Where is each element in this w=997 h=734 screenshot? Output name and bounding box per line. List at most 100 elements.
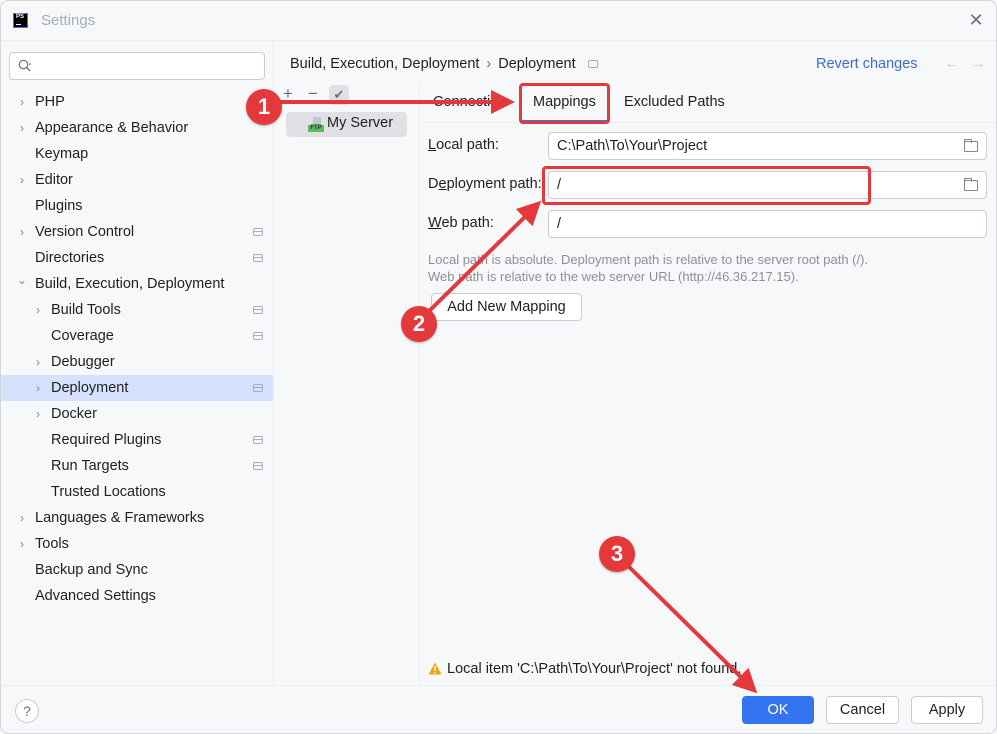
sidebar-item-label: Appearance & Behavior [35, 120, 189, 136]
sidebar-item-build-tools[interactable]: › Build Tools [1, 297, 273, 323]
sidebar-item-build-execution-deployment[interactable]: ⌄ Build, Execution, Deployment [1, 271, 273, 297]
sidebar-item-version-control[interactable]: › Version Control [1, 219, 273, 245]
chevron-right-icon[interactable]: › [16, 531, 28, 557]
warning-text: Local item 'C:\Path\To\Your\Project' not… [447, 661, 742, 677]
forward-arrow-icon[interactable]: → [970, 55, 986, 73]
tab-excluded-paths[interactable]: Excluded Paths [612, 85, 737, 122]
sidebar-item-trusted-locations[interactable]: Trusted Locations [1, 479, 273, 505]
project-scope-icon [253, 384, 263, 392]
help-icon[interactable]: ? [15, 699, 39, 723]
sidebar-item-docker[interactable]: › Docker [1, 401, 273, 427]
server-list-divider [419, 85, 420, 685]
project-scope-icon [253, 228, 263, 236]
mapping-hint: Local path is absolute. Deployment path … [428, 251, 868, 285]
sidebar-item-label: Build Tools [51, 302, 121, 318]
project-scope-icon [253, 436, 263, 444]
revert-changes-link[interactable]: Revert changes [816, 56, 918, 72]
sidebar-item-appearance-behavior[interactable]: › Appearance & Behavior [1, 115, 273, 141]
sidebar-item-languages-frameworks[interactable]: › Languages & Frameworks [1, 505, 273, 531]
deployment-path-label: Deployment path: [428, 176, 542, 192]
chevron-right-icon[interactable]: › [32, 297, 44, 323]
server-name: My Server [327, 115, 394, 131]
footer-divider [1, 685, 996, 686]
sidebar-item-keymap[interactable]: Keymap [1, 141, 273, 167]
phpstorm-app-icon: PS [13, 13, 28, 28]
sidebar-item-coverage[interactable]: Coverage [1, 323, 273, 349]
web-path-input[interactable] [557, 215, 957, 233]
sidebar-item-label: Backup and Sync [35, 562, 148, 578]
settings-tree: › PHP › Appearance & Behavior Keymap › Editor P… [1, 89, 273, 609]
chevron-right-icon[interactable]: › [16, 89, 28, 115]
chevron-down-icon[interactable]: ⌄ [16, 267, 28, 293]
set-default-check-icon[interactable]: ✔ [329, 85, 349, 105]
deployment-path-field[interactable] [548, 171, 987, 199]
add-server-icon[interactable]: + [278, 85, 298, 105]
chevron-right-icon[interactable]: › [16, 115, 28, 141]
sidebar-item-label: Coverage [51, 328, 114, 344]
search-icon [18, 59, 32, 72]
project-scope-icon [253, 254, 263, 262]
sidebar-item-directories[interactable]: Directories [1, 245, 273, 271]
server-item-my-server[interactable]: FTP My Server [286, 112, 407, 137]
tab-connection[interactable]: Connection [421, 85, 518, 122]
sidebar-item-run-targets[interactable]: Run Targets [1, 453, 273, 479]
browse-folder-icon[interactable] [964, 178, 978, 191]
sidebar-divider [273, 41, 274, 685]
apply-button[interactable]: Apply [911, 696, 983, 724]
step-badge-3: 3 [599, 536, 635, 572]
sidebar-item-label: Docker [51, 406, 97, 422]
close-icon[interactable]: ✕ [966, 10, 986, 30]
chevron-right-icon[interactable]: › [16, 505, 28, 531]
project-scope-icon [587, 60, 598, 69]
project-scope-icon [253, 306, 263, 314]
ftp-server-icon: FTP [308, 117, 324, 133]
chevron-right-icon[interactable]: › [32, 401, 44, 427]
sidebar-item-label: Tools [35, 536, 69, 552]
settings-search[interactable] [9, 52, 265, 80]
sidebar-item-plugins[interactable]: Plugins [1, 193, 273, 219]
breadcrumb-current: Deployment [498, 56, 576, 73]
breadcrumb-separator: › [486, 56, 492, 73]
ok-button[interactable]: OK [742, 696, 814, 724]
deployment-path-input[interactable] [557, 176, 957, 194]
tab-mappings[interactable]: Mappings [521, 85, 608, 122]
search-input[interactable] [40, 56, 260, 76]
project-scope-icon [253, 332, 263, 340]
sidebar-item-tools[interactable]: › Tools [1, 531, 273, 557]
chevron-right-icon[interactable]: › [32, 349, 44, 375]
browse-folder-icon[interactable] [964, 139, 978, 152]
cancel-button[interactable]: Cancel [826, 696, 899, 724]
sidebar-item-backup-and-sync[interactable]: Backup and Sync [1, 557, 273, 583]
sidebar-item-advanced-settings[interactable]: Advanced Settings [1, 583, 273, 609]
hint-line-1: Local path is absolute. Deployment path … [428, 252, 869, 267]
sidebar-item-label: Advanced Settings [35, 588, 156, 604]
sidebar-item-debugger[interactable]: › Debugger [1, 349, 273, 375]
sidebar-item-editor[interactable]: › Editor [1, 167, 273, 193]
local-path-input[interactable] [557, 137, 957, 155]
chevron-right-icon[interactable]: › [16, 219, 28, 245]
add-new-mapping-button[interactable]: Add New Mapping [431, 293, 582, 321]
title-bar: PS Settings ✕ [1, 1, 996, 41]
sidebar-item-label: Languages & Frameworks [35, 510, 205, 526]
remove-server-icon[interactable]: − [303, 85, 323, 105]
warning-icon [428, 662, 442, 675]
sidebar-item-label: Keymap [35, 146, 89, 162]
web-path-field[interactable] [548, 210, 987, 238]
settings-dialog: PS Settings ✕ › PHP › Appearance & Behavior… [0, 0, 997, 734]
hint-line-2: Web path is relative to the web server U… [428, 269, 799, 284]
breadcrumb-parent[interactable]: Build, Execution, Deployment [290, 56, 479, 72]
sidebar-item-label: Editor [35, 172, 73, 188]
chevron-right-icon[interactable]: › [16, 167, 28, 193]
sidebar-item-label: Trusted Locations [51, 484, 166, 500]
warning-message: Local item 'C:\Path\To\Your\Project' not… [428, 661, 741, 677]
sidebar-item-label: Debugger [51, 354, 115, 370]
web-path-label: Web path: [428, 215, 494, 231]
sidebar-item-deployment[interactable]: › Deployment [1, 375, 273, 401]
sidebar-item-label: Run Targets [51, 458, 129, 474]
chevron-right-icon[interactable]: › [32, 375, 44, 401]
sidebar-item-required-plugins[interactable]: Required Plugins [1, 427, 273, 453]
local-path-field[interactable] [548, 132, 987, 160]
sidebar-item-php[interactable]: › PHP [1, 89, 273, 115]
sidebar-item-label: Required Plugins [51, 432, 162, 448]
back-arrow-icon[interactable]: ← [944, 55, 960, 73]
